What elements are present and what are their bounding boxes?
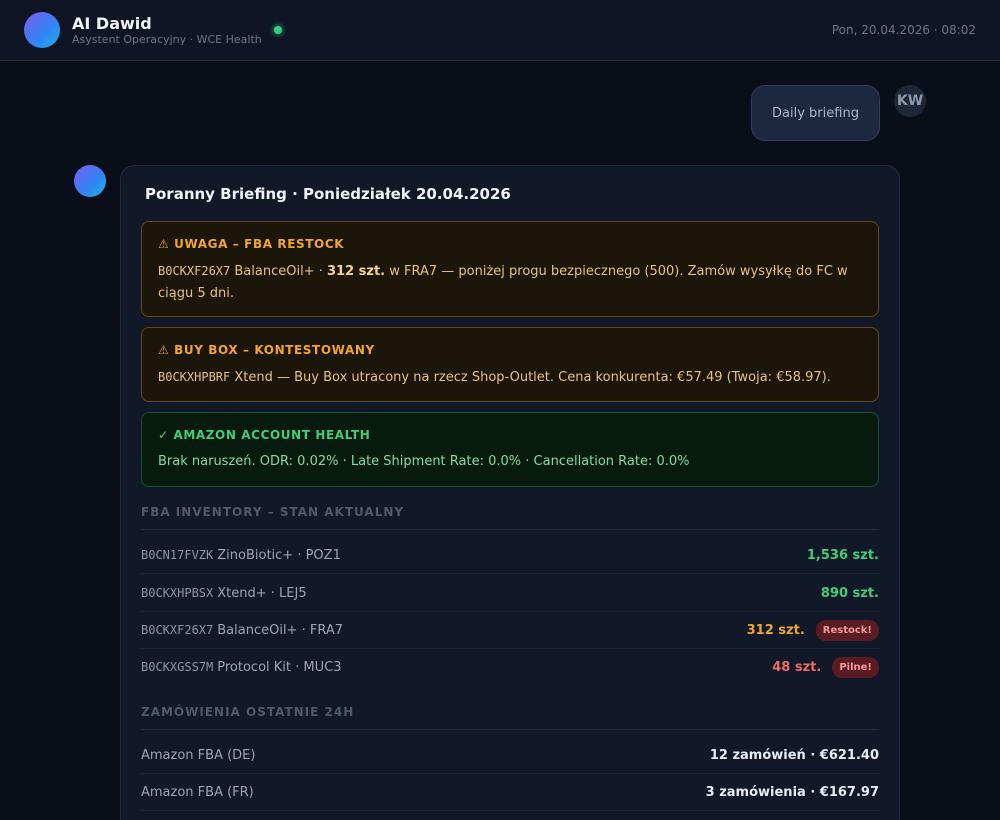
alert-body: B0CKXF26X7 BalanceOil+ · 312 szt. w FRA7… <box>158 264 848 301</box>
stock-quantity: 48 szt. <box>772 660 822 675</box>
current-datetime: Pon, 20.04.2026 · 08:02 <box>831 23 976 37</box>
sku-code: B0CKXF26X7 <box>158 264 231 278</box>
alert-buy-box: ⚠ BUY BOX – KONTESTOWANY B0CKXHPBRF Xten… <box>141 327 879 402</box>
user-avatar: KW <box>894 85 926 117</box>
product-label: B0CKXF26X7 BalanceOil+ · FRA7 <box>141 622 343 638</box>
orders-summary: 3 zamówienia · €167.97 <box>705 784 879 800</box>
assistant-avatar-icon <box>74 165 106 197</box>
alert-body: B0CKXHPBRF Xtend — Buy Box utracony na r… <box>158 370 831 385</box>
top-bar: AI Dawid Asystent Operacyjny · WCE Healt… <box>0 0 1000 61</box>
urgent-badge: Pilne! <box>832 657 879 678</box>
user-message-text: Daily briefing <box>772 105 859 121</box>
orders-row: Amazon FBA (FR) 3 zamówienia · €167.97 <box>141 774 879 811</box>
sales-channel: Amazon FBA (DE) <box>141 747 256 763</box>
orders-summary: 12 zamówień · €621.40 <box>709 747 879 763</box>
orders-row: Amazon FBA (DE) 12 zamówień · €621.40 <box>141 737 879 774</box>
robot-icon <box>24 12 60 48</box>
alert-title: ⚠ BUY BOX – KONTESTOWANY <box>158 343 375 357</box>
assistant-name: AI Dawid <box>72 14 152 33</box>
assistant-subtitle: Asystent Operacyjny · WCE Health <box>72 33 262 46</box>
alert-title: ⚠ UWAGA – FBA RESTOCK <box>158 237 345 251</box>
user-message-bubble: Daily briefing <box>751 85 880 141</box>
warning-icon: ⚠ <box>158 237 170 251</box>
stock-quantity: 312 szt. <box>326 264 386 279</box>
warning-icon: ⚠ <box>158 343 170 357</box>
stock-quantity: 1,536 szt. <box>806 547 879 563</box>
orders-section-heading: ZAMÓWIENIA OSTATNIE 24H <box>141 705 879 730</box>
product-label: B0CKXGSS7M Protocol Kit · MUC3 <box>141 660 342 675</box>
restock-badge: Restock! <box>815 619 879 641</box>
product-label: B0CKXHPBSX Xtend+ · LEJ5 <box>141 585 307 601</box>
inventory-row: B0CKXHPBSX Xtend+ · LEJ5 890 szt. <box>141 575 879 612</box>
alert-title: ✓ AMAZON ACCOUNT HEALTH <box>158 428 371 442</box>
briefing-message-card: Poranny Briefing · Poniedziałek 20.04.20… <box>120 165 900 820</box>
stock-quantity: 312 szt. <box>746 622 805 638</box>
stock-quantity: 890 szt. <box>820 585 879 601</box>
briefing-title: Poranny Briefing · Poniedziałek 20.04.20… <box>141 185 511 203</box>
inventory-row: B0CKXGSS7M Protocol Kit · MUC3 48 szt. Pil… <box>141 649 879 686</box>
sku-code: B0CKXHPBRF <box>158 370 231 384</box>
online-status-dot <box>274 26 282 34</box>
alert-body: Brak naruszeń. ODR: 0.02% · Late Shipmen… <box>158 454 690 469</box>
alert-fba-restock: ⚠ UWAGA – FBA RESTOCK B0CKXF26X7 Balance… <box>141 221 879 317</box>
alert-account-health: ✓ AMAZON ACCOUNT HEALTH Brak naruszeń. O… <box>141 412 879 487</box>
check-icon: ✓ <box>158 428 169 442</box>
inventory-row: B0CN17FVZK ZinoBiotic+ · POZ1 1,536 szt. <box>141 537 879 574</box>
briefing-title-text: Poranny Briefing · Poniedziałek 20.04.20… <box>145 185 511 203</box>
inventory-section-heading: FBA INVENTORY – STAN AKTUALNY <box>141 505 879 530</box>
product-label: B0CN17FVZK ZinoBiotic+ · POZ1 <box>141 547 341 563</box>
sales-channel: Amazon FBA (FR) <box>141 784 254 800</box>
inventory-row: B0CKXF26X7 BalanceOil+ · FRA7 312 szt. Res… <box>141 612 879 649</box>
